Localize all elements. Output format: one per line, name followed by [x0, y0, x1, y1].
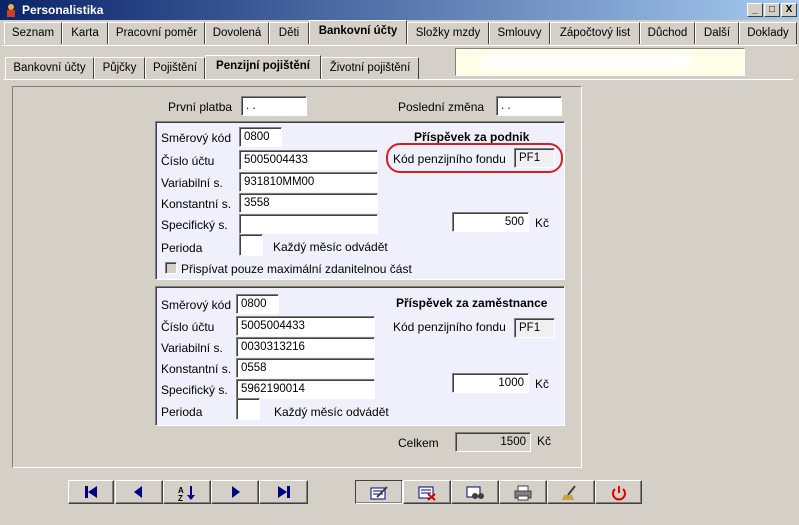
- employer-fund-code-input[interactable]: PF1: [514, 148, 555, 168]
- last-record-button[interactable]: [259, 480, 308, 504]
- employer-fund-code-label: Kód penzijního fondu: [393, 152, 506, 166]
- employer-account-label: Číslo účtu: [161, 154, 215, 168]
- delete-record-button[interactable]: [403, 480, 451, 504]
- employee-account-input[interactable]: 5005004433: [236, 316, 375, 336]
- total-label: Celkem: [398, 436, 439, 450]
- employee-specific-input[interactable]: 5962190014: [236, 379, 375, 399]
- edit-record-icon: [370, 486, 388, 500]
- first-payment-label: První platba: [168, 100, 233, 114]
- employee-variable-label: Variabilní s.: [161, 341, 223, 355]
- last-change-label: Poslední změna: [398, 100, 485, 114]
- employer-variable-input[interactable]: 931810MM00: [239, 172, 378, 192]
- employee-fund-code-label: Kód penzijního fondu: [393, 320, 506, 334]
- first-record-icon: [85, 486, 97, 498]
- employer-constant-label: Konstantní s.: [161, 197, 232, 211]
- max-taxable-checkbox-label: Přispívat pouze maximální zdanitelnou čá…: [181, 262, 412, 276]
- employer-period-label: Perioda: [161, 241, 203, 255]
- employee-period-desc: Každý měsíc odvádět: [274, 405, 389, 419]
- app-icon: [3, 2, 19, 18]
- next-record-icon: [232, 486, 240, 498]
- minimize-button[interactable]: _: [747, 3, 763, 17]
- first-payment-input[interactable]: . .: [241, 96, 307, 116]
- employer-period-desc: Každý měsíc odvádět: [273, 240, 388, 254]
- employer-amount-input[interactable]: 500: [452, 212, 529, 232]
- find-record-button[interactable]: [451, 480, 499, 504]
- employee-bank-code-label: Směrový kód: [161, 298, 232, 312]
- main-tabstrip-border: [2, 45, 797, 46]
- sub-tabstrip-border: [3, 79, 793, 80]
- clear-icon: [562, 485, 576, 500]
- edit-record-button[interactable]: [355, 480, 403, 504]
- info-panel: [455, 48, 745, 76]
- employee-fund-code-input[interactable]: PF1: [514, 318, 555, 338]
- employer-variable-label: Variabilní s.: [161, 176, 223, 190]
- first-record-button[interactable]: [68, 480, 114, 504]
- total-currency-label: Kč: [537, 434, 552, 448]
- sort-button[interactable]: AZ: [163, 480, 211, 504]
- tab-karta[interactable]: Karta: [62, 22, 108, 44]
- tab-seznam[interactable]: Seznam: [4, 22, 62, 44]
- tab-bankovni-ucty[interactable]: Bankovní účty: [309, 20, 407, 44]
- employee-specific-label: Specifický s.: [161, 383, 228, 397]
- svg-text:Z: Z: [178, 494, 183, 501]
- employer-constant-input[interactable]: 3558: [239, 193, 378, 213]
- employee-heading: Příspěvek za zaměstnance: [396, 296, 548, 310]
- last-change-input[interactable]: . .: [496, 96, 562, 116]
- total-value: 1500: [455, 432, 531, 452]
- tab-dalsi[interactable]: Další: [695, 22, 739, 44]
- sort-az-icon: AZ: [178, 486, 195, 501]
- title-bar: Personalistika _ □ X: [0, 0, 799, 20]
- last-record-icon: [277, 486, 290, 498]
- tab-dovolena[interactable]: Dovolená: [205, 22, 269, 44]
- previous-record-button[interactable]: [115, 480, 163, 504]
- next-record-button[interactable]: [211, 480, 259, 504]
- employee-variable-input[interactable]: 0030313216: [236, 337, 375, 357]
- subtab-pojisteni[interactable]: Pojištění: [145, 57, 205, 79]
- employee-period-input[interactable]: [236, 398, 260, 420]
- employee-bank-code-input[interactable]: 0800: [236, 294, 279, 314]
- maximize-button[interactable]: □: [764, 3, 780, 17]
- employer-currency-label: Kč: [535, 216, 550, 230]
- employer-account-input[interactable]: 5005004433: [239, 150, 378, 170]
- employer-heading: Příspěvek za podnik: [414, 130, 530, 144]
- employee-period-label: Perioda: [161, 405, 203, 419]
- clear-button[interactable]: [547, 480, 595, 504]
- subtab-penzijni-pojisteni[interactable]: Penzijní pojištění: [205, 55, 321, 79]
- exit-button[interactable]: [595, 480, 642, 504]
- employer-specific-input[interactable]: [239, 214, 378, 234]
- window-title: Personalistika: [22, 3, 104, 17]
- tab-pracovni-pomer[interactable]: Pracovní poměr: [108, 22, 205, 44]
- subtab-pujcky[interactable]: Půjčky: [94, 57, 145, 79]
- employer-period-input[interactable]: [239, 234, 263, 256]
- previous-record-icon: [134, 486, 142, 498]
- employee-amount-input[interactable]: 1000: [452, 373, 529, 393]
- close-button[interactable]: X: [781, 3, 797, 17]
- print-button[interactable]: [499, 480, 547, 504]
- subtab-zivotni-pojisteni[interactable]: Životní pojištění: [321, 57, 419, 79]
- employee-account-label: Číslo účtu: [161, 320, 215, 334]
- tab-smlouvy[interactable]: Smlouvy: [489, 22, 550, 44]
- tab-slozky-mzdy[interactable]: Složky mzdy: [407, 22, 489, 44]
- delete-record-icon: [418, 486, 436, 501]
- tab-deti[interactable]: Děti: [269, 22, 309, 44]
- employee-constant-label: Konstantní s.: [161, 362, 232, 376]
- subtab-bankovni-ucty[interactable]: Bankovní účty: [5, 57, 94, 79]
- power-icon: [611, 486, 626, 501]
- employee-constant-input[interactable]: 0558: [236, 358, 375, 378]
- find-record-icon: [466, 486, 484, 499]
- employer-bank-code-label: Směrový kód: [161, 131, 232, 145]
- max-taxable-checkbox[interactable]: [165, 262, 177, 274]
- employer-bank-code-input[interactable]: 0800: [239, 127, 282, 147]
- print-icon: [514, 485, 532, 501]
- employee-currency-label: Kč: [535, 377, 550, 391]
- tab-zapoctovy-list[interactable]: Zápočtový list: [550, 22, 640, 44]
- employer-specific-label: Specifický s.: [161, 218, 228, 232]
- tab-doklady[interactable]: Doklady: [739, 22, 797, 44]
- tab-duchod[interactable]: Důchod: [640, 22, 695, 44]
